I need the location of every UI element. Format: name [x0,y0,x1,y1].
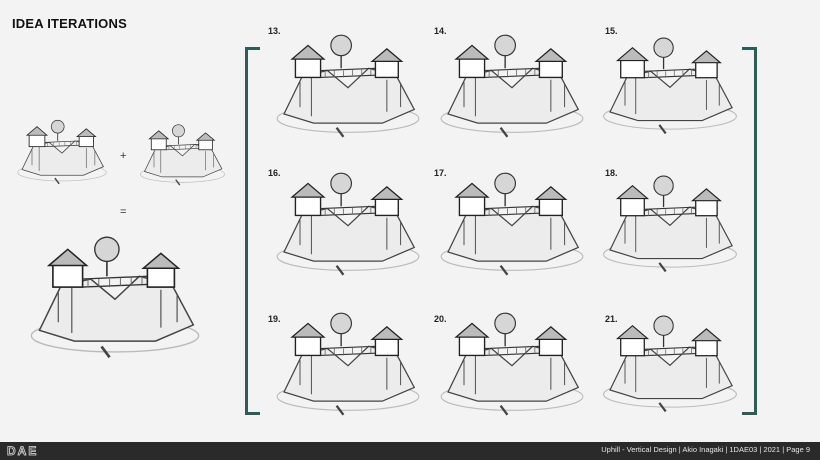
combined-sketch [15,225,215,360]
iteration-sketch [595,300,745,420]
page-title: IDEA ITERATIONS [12,16,127,31]
iteration-sketch [432,160,592,280]
plus-sign: + [120,150,127,162]
concept-sketch-a [12,112,112,187]
iteration-sketch [268,22,428,142]
iteration-sketch [432,22,592,142]
concept-sketch-b [135,115,230,190]
iteration-sketch [268,160,428,280]
iteration-sketch [595,160,745,280]
iteration-sketch [432,300,592,420]
dae-logo-icon: DAE [7,444,38,458]
footer-credits: Uphill - Vertical Design | Akio Inagaki … [601,445,810,454]
iteration-sketch [595,22,745,142]
equals-sign: = [120,206,127,218]
left-bracket [245,47,260,415]
svg-text:DAE: DAE [7,444,38,458]
footer-bar: DAE Uphill - Vertical Design | Akio Inag… [0,442,820,460]
iteration-sketch [268,300,428,420]
